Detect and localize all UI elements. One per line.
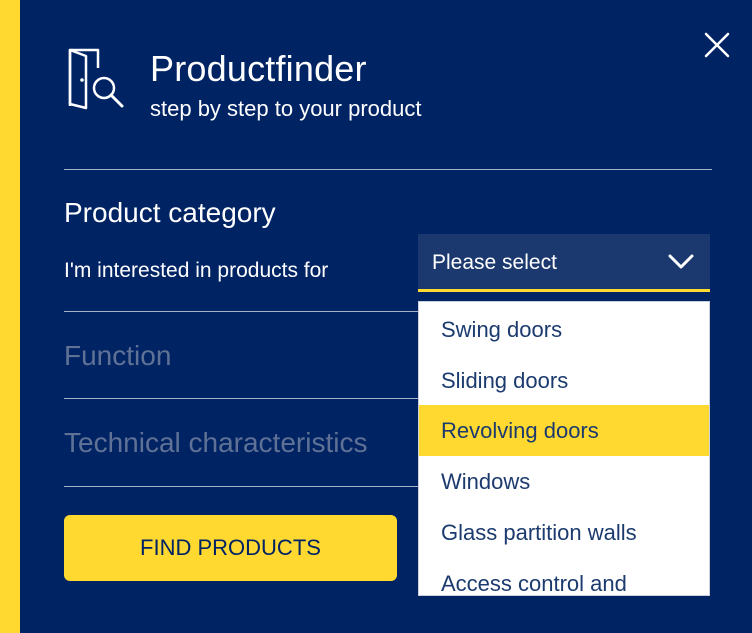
category-heading: Product category [64, 197, 276, 228]
function-divider [64, 398, 418, 399]
close-icon[interactable] [700, 28, 734, 62]
function-heading: Function [64, 340, 172, 371]
door-search-icon [68, 48, 124, 110]
dropdown-option-windows[interactable]: Windows [419, 456, 709, 507]
category-select-value: Please select [432, 251, 557, 274]
page-title: Productfinder [150, 48, 367, 89]
find-products-button[interactable]: FIND PRODUCTS [64, 515, 397, 581]
header-divider [64, 169, 712, 170]
category-divider [64, 311, 418, 312]
dropdown-option-swing-doors[interactable]: Swing doors [419, 304, 709, 355]
dropdown-option-revolving-doors[interactable]: Revolving doors [419, 405, 709, 456]
dropdown-option-access-control[interactable]: Access control and [419, 558, 709, 595]
page-subtitle: step by step to your product [150, 96, 422, 121]
category-question-label: I'm interested in products for [64, 259, 329, 282]
category-dropdown-list: Swing doors Sliding doors Revolving door… [418, 301, 710, 596]
category-select[interactable]: Please select [418, 234, 710, 292]
technical-divider [64, 486, 418, 487]
accent-bar [0, 0, 20, 633]
chevron-down-icon [668, 254, 694, 269]
technical-heading: Technical characteristics [64, 427, 368, 458]
dropdown-option-glass-partition-walls[interactable]: Glass partition walls [419, 507, 709, 558]
dropdown-option-sliding-doors[interactable]: Sliding doors [419, 355, 709, 406]
